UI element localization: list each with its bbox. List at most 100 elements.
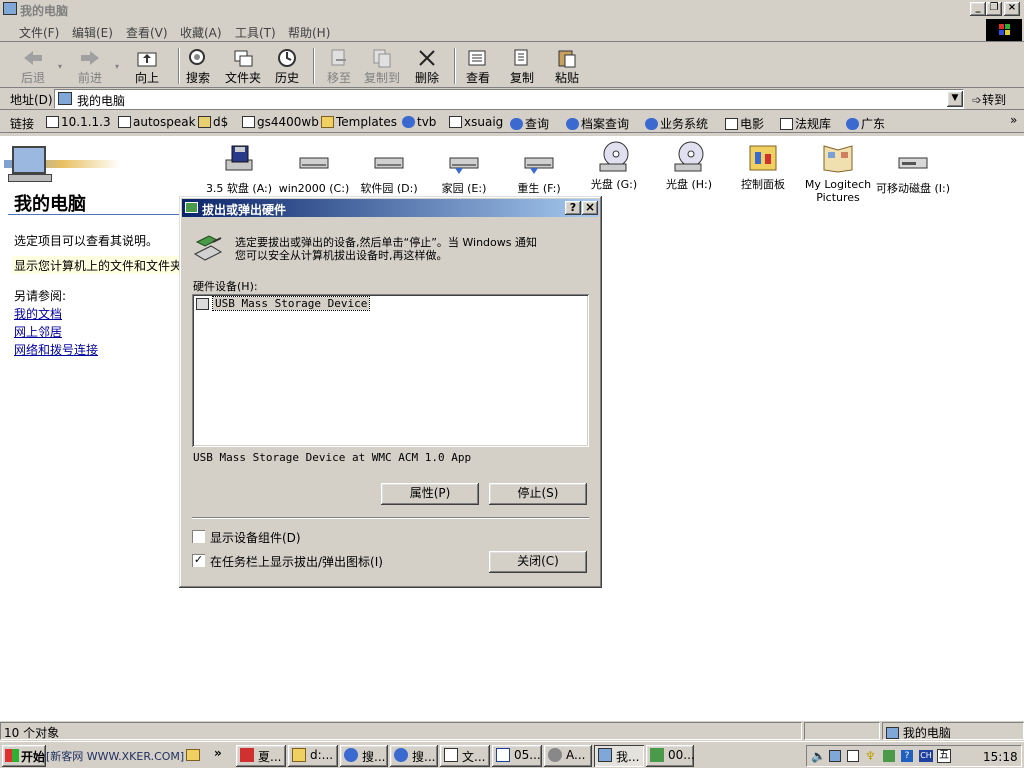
dialog-close-icon[interactable]: × — [582, 201, 598, 215]
link-item[interactable]: xsuaig — [449, 115, 503, 129]
taskbar-task-active[interactable]: 我... — [594, 745, 644, 767]
link-item[interactable]: autospeak — [118, 115, 196, 129]
taskbar-task[interactable]: 搜... — [390, 745, 438, 767]
quicklaunch-overflow-icon[interactable]: » — [214, 746, 222, 760]
drive-item-h[interactable]: 光盘 (H:) — [651, 140, 727, 191]
drive-label: My Logitech Pictures — [804, 178, 872, 204]
link-item[interactable]: 法规库 — [780, 115, 831, 132]
taskbar-task[interactable]: 夏... — [236, 745, 286, 767]
help-tray-icon[interactable]: ? — [901, 750, 913, 762]
taskbar-task[interactable]: 搜... — [340, 745, 388, 767]
windows-logo-icon — [986, 19, 1022, 41]
taskbar-task[interactable]: A... — [544, 745, 592, 767]
back-dropdown-icon[interactable]: ▾ — [58, 62, 62, 71]
links-label: 链接 — [10, 117, 35, 131]
dialog-instructions-line2: 您可以安全从计算机拔出设备时,再这样做。 — [235, 249, 448, 262]
link-item[interactable]: d$ — [198, 115, 228, 129]
safely-remove-icon[interactable] — [883, 750, 895, 762]
restore-icon[interactable]: ❐ — [986, 2, 1002, 16]
shortcut-icon — [242, 116, 255, 128]
display-icon[interactable] — [847, 750, 859, 762]
ie-icon — [344, 748, 358, 762]
status-bar: 10 个对象 我的电脑 — [0, 722, 1024, 740]
taskbar-task[interactable]: 文... — [440, 745, 490, 767]
help-icon[interactable]: ? — [565, 201, 581, 215]
back-button[interactable]: 后退 — [7, 46, 59, 86]
window-title-bar[interactable]: 我的电脑 _ ❐ × — [0, 0, 1024, 18]
menu-favorites[interactable]: 收藏(A) — [180, 24, 222, 41]
menu-bar: 文件(F) 编辑(E) 查看(V) 收藏(A) 工具(T) 帮助(H) — [0, 19, 1024, 42]
link-network-places[interactable]: 网上邻居 — [14, 323, 62, 340]
minimize-icon[interactable]: _ — [970, 2, 986, 16]
stop-button[interactable]: 停止(S) — [489, 483, 587, 505]
logitech-pictures-item[interactable]: My Logitech Pictures — [800, 140, 876, 204]
toolbar: 后退 ▾ 前进 ▾ 向上 搜索 文件夹 历史 移至 复制到 删除 查看 复制 粘… — [0, 44, 1024, 88]
address-input[interactable]: 我的电脑 — [54, 89, 964, 109]
hardware-devices-label: 硬件设备(H): — [193, 280, 258, 293]
menu-view[interactable]: 查看(V) — [126, 24, 168, 41]
link-dialup-connections[interactable]: 网络和拨号连接 — [14, 341, 98, 358]
link-item[interactable]: 10.1.1.3 — [46, 115, 111, 129]
forward-button[interactable]: 前进 — [64, 46, 116, 86]
control-panel-icon — [749, 145, 777, 171]
show-components-label: 显示设备组件(D) — [210, 531, 301, 545]
eject-hardware-icon — [650, 748, 664, 762]
status-zone: 我的电脑 — [882, 722, 1024, 740]
drive-item-c[interactable]: win2000 (C:) — [276, 144, 352, 195]
link-item[interactable]: 档案查询 — [566, 115, 629, 132]
link-item[interactable]: 查询 — [510, 115, 549, 132]
links-overflow-icon[interactable]: » — [1010, 113, 1017, 127]
address-dropdown-icon[interactable]: ▼ — [947, 91, 963, 107]
language-icon[interactable]: CH — [919, 750, 933, 762]
menu-tools[interactable]: 工具(T) — [235, 24, 276, 41]
delete-button[interactable]: 删除 — [401, 46, 453, 86]
removable-disk-icon — [898, 157, 928, 169]
dialog-title: 拔出或弹出硬件 — [202, 203, 287, 217]
link-item[interactable]: Templates — [321, 115, 397, 129]
properties-button[interactable]: 属性(P) — [381, 483, 479, 505]
taskbar-task[interactable]: 05... — [492, 745, 542, 767]
link-item[interactable]: tvb — [402, 115, 436, 129]
start-button[interactable]: 开始 — [2, 745, 46, 767]
ie-page-icon — [402, 116, 415, 128]
show-tray-icon-checkbox[interactable]: ✓ — [192, 554, 205, 567]
forward-dropdown-icon[interactable]: ▾ — [115, 62, 119, 71]
volume-icon[interactable]: 🔈 — [811, 749, 826, 763]
close-icon[interactable]: × — [1004, 2, 1020, 16]
show-components-checkbox[interactable] — [192, 530, 205, 543]
system-tray: 🔈 ♆ ? CH 五 15:18 — [806, 745, 1022, 767]
hardware-devices-list[interactable]: USB Mass Storage Device — [192, 294, 589, 447]
address-value: 我的电脑 — [77, 94, 126, 108]
menu-help[interactable]: 帮助(H) — [288, 24, 330, 41]
link-my-documents[interactable]: 我的文档 — [14, 305, 62, 322]
drive-item-a[interactable]: 3.5 软盘 (A:) — [201, 144, 277, 195]
menu-edit[interactable]: 编辑(E) — [72, 24, 113, 41]
network-icon[interactable] — [829, 750, 841, 762]
ime-tray-icon[interactable]: 五 — [937, 749, 951, 763]
control-panel-item[interactable]: 控制面板 — [725, 140, 801, 191]
taskbar-task[interactable]: 00... — [646, 745, 694, 767]
taskbar-task[interactable]: d:... — [288, 745, 338, 767]
history-button[interactable]: 历史 — [261, 46, 313, 86]
close-button[interactable]: 关闭(C) — [489, 551, 587, 573]
up-button[interactable]: 向上 — [121, 46, 173, 86]
document-icon — [444, 748, 458, 762]
shortcut-icon — [118, 116, 131, 128]
drive-label: 3.5 软盘 (A:) — [205, 182, 273, 195]
link-item[interactable]: 广东 — [846, 115, 885, 132]
list-item[interactable]: USB Mass Storage Device — [195, 296, 371, 312]
drive-item-d[interactable]: 软件园 (D:) — [351, 144, 427, 195]
go-button[interactable]: ➩转到 — [972, 91, 1006, 108]
link-item[interactable]: 电影 — [725, 115, 764, 132]
quicklaunch-folder-icon[interactable] — [186, 749, 200, 761]
drive-item-i[interactable]: 可移动磁盘 (I:) — [875, 144, 951, 195]
drive-item-g[interactable]: 光盘 (G:) — [576, 140, 652, 191]
paste-button[interactable]: 粘贴 — [541, 46, 593, 86]
antivirus-icon[interactable]: ♆ — [865, 749, 876, 763]
link-item[interactable]: 业务系统 — [645, 115, 708, 132]
menu-file[interactable]: 文件(F) — [19, 24, 59, 41]
drive-item-e[interactable]: 家园 (E:) — [426, 144, 502, 195]
drive-item-f[interactable]: 重生 (F:) — [501, 144, 577, 195]
link-item[interactable]: gs4400wb — [242, 115, 319, 129]
dialog-title-bar[interactable]: 拔出或弹出硬件 ? × — [182, 199, 599, 217]
